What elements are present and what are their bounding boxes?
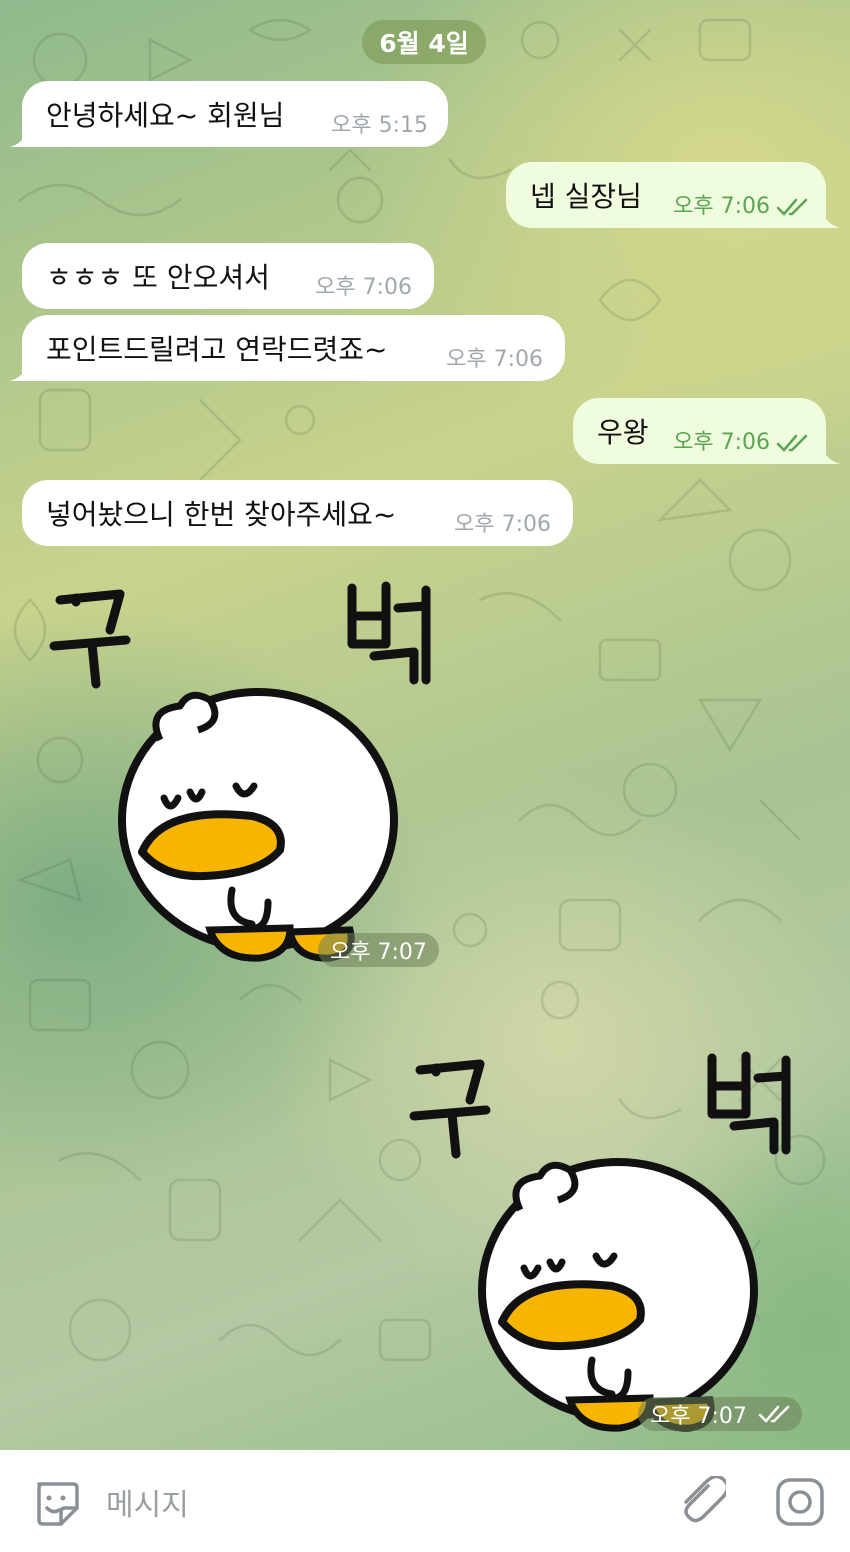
bubble-tail: [10, 361, 30, 381]
message-bubble[interactable]: 넵 실장님 오후 7:06: [506, 162, 826, 228]
bubble-tail: [10, 127, 30, 147]
duck-sticker-image: [409, 1051, 791, 1432]
sticker-time: 오후 7:07: [318, 933, 439, 967]
message-time: 오후 7:06: [315, 275, 412, 300]
message-text: 안녕하세요~ 회원님: [46, 99, 285, 132]
sticker-time-text: 오후 7:07: [650, 1404, 747, 1429]
sticker-icon[interactable]: [31, 1478, 81, 1528]
message-time: 오후 7:06: [673, 194, 770, 219]
attach-icon[interactable]: [678, 1476, 726, 1528]
message-text: 넣어놨으니 한번 찾아주세요~: [46, 498, 397, 531]
chat-background: 6월 4일 안녕하세요~ 회원님 오후 5:15 넵 실장님 오후 7:06 ㅎ…: [0, 0, 850, 1450]
message-text: 포인트드릴려고 연락드렷죠~: [46, 333, 388, 366]
camera-icon[interactable]: [774, 1476, 826, 1528]
message-bubble[interactable]: 안녕하세요~ 회원님 오후 5:15: [22, 81, 448, 147]
double-check-icon: [758, 1405, 790, 1423]
double-check-icon: [776, 434, 808, 452]
message-time: 오후 7:06: [673, 430, 770, 455]
date-badge: 6월 4일: [362, 20, 486, 64]
sticker-time: 오후 7:07: [638, 1397, 802, 1431]
message-input[interactable]: 메시지: [106, 1480, 189, 1524]
message-text: 넵 실장님: [530, 180, 642, 213]
duck-sticker[interactable]: [40, 560, 460, 980]
message-bubble[interactable]: 넣어놨으니 한번 찾아주세요~ 오후 7:06: [22, 480, 573, 546]
double-check-icon: [776, 198, 808, 216]
duck-sticker[interactable]: [400, 1030, 820, 1450]
message-input-bar: 메시지: [0, 1450, 850, 1552]
bubble-tail: [820, 208, 840, 228]
message-bubble[interactable]: ㅎㅎㅎ 또 안오셔서 오후 7:06: [22, 243, 434, 309]
message-text: ㅎㅎㅎ 또 안오셔서: [46, 261, 270, 294]
message-bubble[interactable]: 포인트드릴려고 연락드렷죠~ 오후 7:06: [22, 315, 565, 381]
message-text: 우왕: [597, 416, 649, 449]
duck-sticker-image: [49, 581, 431, 962]
message-time: 오후 7:06: [454, 512, 551, 537]
message-time: 오후 5:15: [331, 113, 428, 138]
message-time: 오후 7:06: [446, 347, 543, 372]
message-bubble[interactable]: 우왕 오후 7:06: [573, 398, 826, 464]
bubble-tail: [820, 444, 840, 464]
